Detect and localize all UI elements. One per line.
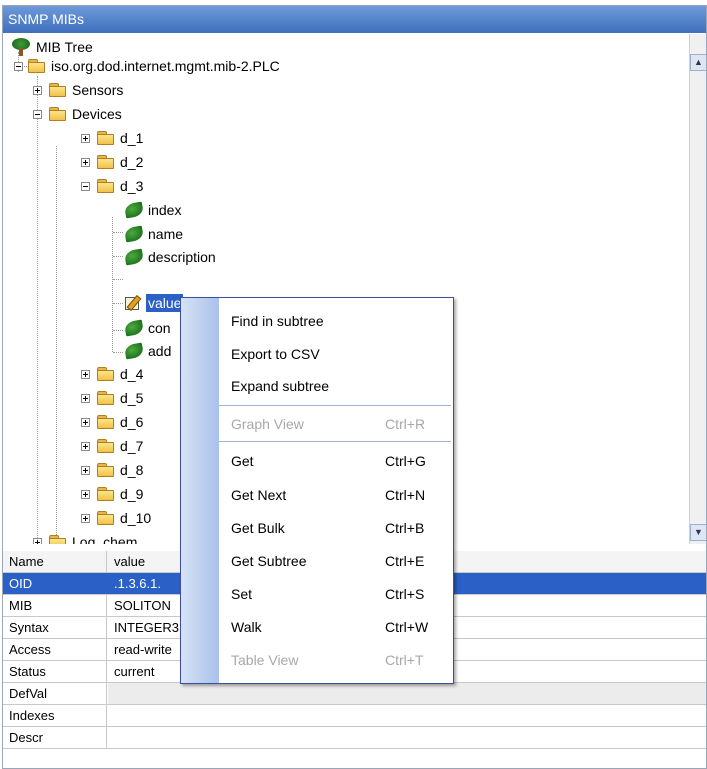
folder-icon xyxy=(97,391,115,405)
menu-item-walk[interactable]: Walk Ctrl+W xyxy=(181,611,453,644)
folder-icon xyxy=(97,367,115,381)
tree-node-log-chem[interactable]: Log_chem xyxy=(49,531,139,544)
tree-node-sensors[interactable]: Sensors xyxy=(49,79,125,101)
folder-icon xyxy=(97,415,115,429)
menu-item-export-csv[interactable]: Export to CSV xyxy=(181,338,453,371)
expand-icon[interactable] xyxy=(33,538,42,544)
writable-object-icon xyxy=(125,294,143,312)
expand-icon[interactable] xyxy=(81,442,90,451)
tree-node-d5[interactable]: d_5 xyxy=(97,387,145,409)
tree-node-d1[interactable]: d_1 xyxy=(97,127,145,149)
leaf-icon xyxy=(123,319,145,337)
menu-separator xyxy=(219,405,451,406)
menu-separator xyxy=(219,441,451,442)
menu-item-table-view: Table View Ctrl+T xyxy=(231,652,424,668)
scroll-down-arrow-icon[interactable]: ▼ xyxy=(690,524,706,541)
leaf-icon xyxy=(123,225,145,243)
tree-node-d8[interactable]: d_8 xyxy=(97,459,145,481)
menu-item-get-subtree[interactable]: Get Subtree Ctrl+E xyxy=(181,545,453,578)
expand-icon[interactable] xyxy=(81,158,90,167)
collapse-icon[interactable] xyxy=(14,62,23,71)
context-menu: Find in subtree Export to CSV Expand sub… xyxy=(180,297,454,684)
row-name: Status xyxy=(3,661,107,682)
row-name: OID xyxy=(3,573,107,594)
folder-icon xyxy=(97,179,115,193)
tree-node-devices[interactable]: Devices xyxy=(49,103,124,125)
folder-icon xyxy=(49,107,67,121)
tree-icon xyxy=(11,38,31,56)
folder-icon xyxy=(97,511,115,525)
expand-icon[interactable] xyxy=(81,490,90,499)
panel-title: SNMP MIBs xyxy=(3,6,706,33)
folder-icon xyxy=(97,439,115,453)
folder-icon xyxy=(49,83,67,97)
tree-node-d7[interactable]: d_7 xyxy=(97,435,145,457)
expand-icon[interactable] xyxy=(33,86,42,95)
scroll-up-arrow-icon[interactable]: ▲ xyxy=(690,54,706,71)
table-row[interactable]: Descr xyxy=(3,727,706,749)
expand-icon[interactable] xyxy=(81,466,90,475)
table-row[interactable]: DefVal xyxy=(3,683,706,705)
menu-item-expand-subtree[interactable]: Expand subtree xyxy=(181,370,453,403)
row-name: DefVal xyxy=(3,683,107,704)
table-row[interactable]: Indexes xyxy=(3,705,706,727)
expand-icon[interactable] xyxy=(81,134,90,143)
tree-node-index[interactable]: index xyxy=(123,199,183,221)
row-name: Syntax xyxy=(3,617,107,638)
tree-node-d3[interactable]: d_3 xyxy=(97,175,145,197)
folder-icon xyxy=(28,59,46,73)
expand-icon[interactable] xyxy=(81,370,90,379)
leaf-icon xyxy=(123,342,145,360)
folder-icon xyxy=(97,155,115,169)
menu-item-get-bulk[interactable]: Get Bulk Ctrl+B xyxy=(181,512,453,545)
leaf-icon xyxy=(123,201,145,219)
menu-item-set[interactable]: Set Ctrl+S xyxy=(181,578,453,611)
row-value xyxy=(108,683,706,704)
collapse-icon[interactable] xyxy=(33,110,42,119)
tree-node-description[interactable]: description xyxy=(123,246,218,268)
tree-node-con[interactable]: con xyxy=(123,317,173,339)
row-name: Descr xyxy=(3,727,107,748)
folder-icon xyxy=(97,131,115,145)
tree-node-d4[interactable]: d_4 xyxy=(97,363,145,385)
menu-item-graph-view: Graph View Ctrl+R xyxy=(231,416,426,432)
tree-node-d10[interactable]: d_10 xyxy=(97,507,153,529)
tree-node-add[interactable]: add xyxy=(123,340,173,362)
folder-icon xyxy=(97,463,115,477)
menu-item-find-in-subtree[interactable]: Find in subtree xyxy=(181,305,453,338)
row-value xyxy=(108,705,706,726)
folder-icon xyxy=(49,535,67,544)
expand-icon[interactable] xyxy=(81,394,90,403)
row-name: MIB xyxy=(3,595,107,616)
tree-node-name[interactable]: name xyxy=(123,223,185,245)
tree-node-plc[interactable]: iso.org.dod.internet.mgmt.mib-2.PLC xyxy=(28,55,282,77)
row-name: Indexes xyxy=(3,705,107,726)
menu-item-get-next[interactable]: Get Next Ctrl+N xyxy=(181,479,453,512)
expand-icon[interactable] xyxy=(81,418,90,427)
menu-item-get[interactable]: Get Ctrl+G xyxy=(181,445,453,478)
row-value xyxy=(108,727,706,748)
header-name: Name xyxy=(3,551,107,572)
tree-node-d2[interactable]: d_2 xyxy=(97,151,145,173)
tree-node-d6[interactable]: d_6 xyxy=(97,411,145,433)
leaf-icon xyxy=(123,248,145,266)
tree-node-value[interactable]: value xyxy=(125,292,184,314)
collapse-icon[interactable] xyxy=(81,182,90,191)
tree-node-d9[interactable]: d_9 xyxy=(97,483,145,505)
expand-icon[interactable] xyxy=(81,514,90,523)
row-name: Access xyxy=(3,639,107,660)
tree-vertical-scrollbar[interactable]: ▲ ▼ xyxy=(689,34,706,544)
folder-icon xyxy=(97,487,115,501)
